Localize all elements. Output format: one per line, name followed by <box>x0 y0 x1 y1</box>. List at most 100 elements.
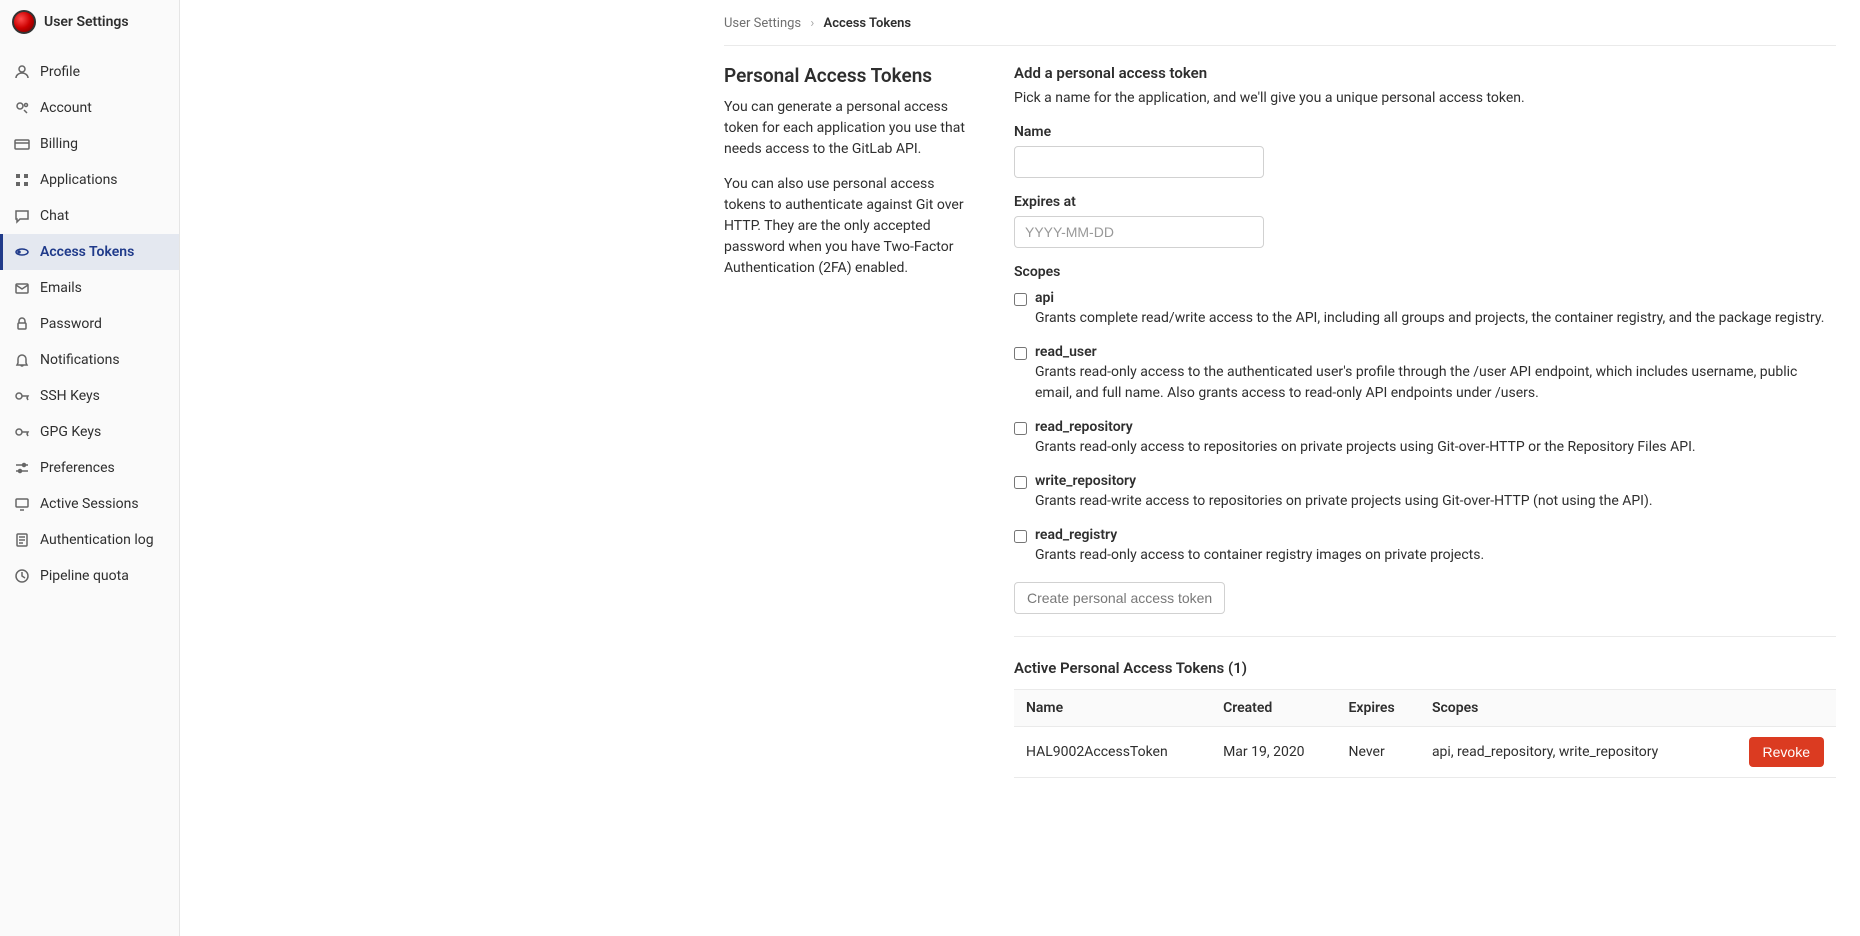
scope-read-user: read_user Grants read-only access to the… <box>1014 344 1836 403</box>
sidebar-item-notifications[interactable]: Notifications <box>0 342 179 378</box>
scope-read-registry-name: read_registry <box>1035 527 1836 543</box>
ssh-keys-icon <box>14 388 30 404</box>
breadcrumb-parent[interactable]: User Settings <box>724 16 801 31</box>
intro-paragraph-1: You can generate a personal access token… <box>724 97 974 160</box>
chat-icon <box>14 208 30 224</box>
scope-read-repository-checkbox[interactable] <box>1014 422 1027 435</box>
pipeline-quota-icon <box>14 568 30 584</box>
scope-read-registry-checkbox[interactable] <box>1014 530 1027 543</box>
gpg-keys-icon <box>14 424 30 440</box>
tokens-table: Name Created Expires Scopes HAL9002Acces… <box>1014 689 1836 778</box>
preferences-icon <box>14 460 30 476</box>
scope-read-user-desc: Grants read-only access to the authentic… <box>1035 362 1836 403</box>
token-name: HAL9002AccessToken <box>1014 726 1211 777</box>
breadcrumb: User Settings › Access Tokens <box>724 12 1836 46</box>
breadcrumb-separator: › <box>810 16 814 31</box>
section-divider <box>1014 636 1836 637</box>
sidebar-item-ssh-keys[interactable]: SSH Keys <box>0 378 179 414</box>
sidebar-item-account[interactable]: Account <box>0 90 179 126</box>
sidebar-item-billing[interactable]: Billing <box>0 126 179 162</box>
intro-paragraph-2: You can also use personal access tokens … <box>724 174 974 279</box>
form-column: Add a personal access token Pick a name … <box>1014 64 1836 778</box>
sidebar-title: User Settings <box>44 14 129 30</box>
scope-write-repository-checkbox[interactable] <box>1014 476 1027 489</box>
sidebar-item-label: Preferences <box>40 460 115 476</box>
th-created: Created <box>1211 689 1336 726</box>
intro-column: Personal Access Tokens You can generate … <box>724 64 974 778</box>
authentication-log-icon <box>14 532 30 548</box>
sidebar-item-label: Pipeline quota <box>40 568 129 584</box>
token-created: Mar 19, 2020 <box>1211 726 1336 777</box>
scope-read-repository-name: read_repository <box>1035 419 1836 435</box>
password-icon <box>14 316 30 332</box>
active-tokens-title: Active Personal Access Tokens (1) <box>1014 659 1836 677</box>
sidebar-item-applications[interactable]: Applications <box>0 162 179 198</box>
avatar <box>12 10 36 34</box>
sidebar-item-gpg-keys[interactable]: GPG Keys <box>0 414 179 450</box>
expires-label: Expires at <box>1014 194 1836 210</box>
scope-read-repository-desc: Grants read-only access to repositories … <box>1035 437 1836 457</box>
sidebar-item-profile[interactable]: Profile <box>0 54 179 90</box>
th-expires: Expires <box>1337 689 1420 726</box>
create-token-button[interactable]: Create personal access token <box>1014 582 1225 614</box>
name-input[interactable] <box>1014 146 1264 178</box>
name-label: Name <box>1014 124 1836 140</box>
sidebar-item-label: Authentication log <box>40 532 154 548</box>
sidebar-item-authentication-log[interactable]: Authentication log <box>0 522 179 558</box>
sidebar-item-label: Chat <box>40 208 69 224</box>
th-actions <box>1718 689 1836 726</box>
scope-write-repository-desc: Grants read-write access to repositories… <box>1035 491 1836 511</box>
scope-read-registry: read_registry Grants read-only access to… <box>1014 527 1836 565</box>
access-tokens-icon <box>14 244 30 260</box>
sidebar-item-label: Notifications <box>40 352 120 368</box>
profile-icon <box>14 64 30 80</box>
sidebar-item-emails[interactable]: Emails <box>0 270 179 306</box>
scope-read-user-name: read_user <box>1035 344 1836 360</box>
sidebar-item-label: Password <box>40 316 102 332</box>
breadcrumb-current: Access Tokens <box>824 16 912 31</box>
scope-read-repository: read_repository Grants read-only access … <box>1014 419 1836 457</box>
sidebar-nav: Profile Account Billing Applications Cha… <box>0 54 179 594</box>
sidebar-item-label: Applications <box>40 172 118 188</box>
sidebar-item-access-tokens[interactable]: Access Tokens <box>0 234 179 270</box>
sidebar-item-label: Active Sessions <box>40 496 139 512</box>
form-header: Add a personal access token <box>1014 64 1836 82</box>
sidebar-item-preferences[interactable]: Preferences <box>0 450 179 486</box>
token-expires: Never <box>1337 726 1420 777</box>
sidebar-item-label: Access Tokens <box>40 244 134 260</box>
expires-input[interactable] <box>1014 216 1264 248</box>
scope-api-checkbox[interactable] <box>1014 293 1027 306</box>
main-content: User Settings › Access Tokens Personal A… <box>180 0 1860 936</box>
scope-read-registry-desc: Grants read-only access to container reg… <box>1035 545 1836 565</box>
sidebar-item-active-sessions[interactable]: Active Sessions <box>0 486 179 522</box>
sidebar-item-pipeline-quota[interactable]: Pipeline quota <box>0 558 179 594</box>
scope-write-repository: write_repository Grants read-write acces… <box>1014 473 1836 511</box>
sidebar: User Settings Profile Account Billing Ap… <box>0 0 180 936</box>
emails-icon <box>14 280 30 296</box>
notifications-icon <box>14 352 30 368</box>
billing-icon <box>14 136 30 152</box>
sidebar-item-label: GPG Keys <box>40 424 101 440</box>
sidebar-item-chat[interactable]: Chat <box>0 198 179 234</box>
revoke-button[interactable]: Revoke <box>1749 737 1824 767</box>
sidebar-item-password[interactable]: Password <box>0 306 179 342</box>
account-icon <box>14 100 30 116</box>
scopes-label: Scopes <box>1014 264 1836 280</box>
th-name: Name <box>1014 689 1211 726</box>
scope-write-repository-name: write_repository <box>1035 473 1836 489</box>
active-sessions-icon <box>14 496 30 512</box>
scope-read-user-checkbox[interactable] <box>1014 347 1027 360</box>
page-title: Personal Access Tokens <box>724 64 974 87</box>
sidebar-header: User Settings <box>0 0 179 44</box>
table-row: HAL9002AccessToken Mar 19, 2020 Never ap… <box>1014 726 1836 777</box>
sidebar-item-label: Emails <box>40 280 82 296</box>
sidebar-item-label: Billing <box>40 136 78 152</box>
sidebar-item-label: Account <box>40 100 92 116</box>
scope-api: api Grants complete read/write access to… <box>1014 290 1836 328</box>
th-scopes: Scopes <box>1420 689 1718 726</box>
form-subdesc: Pick a name for the application, and we'… <box>1014 90 1836 106</box>
scope-api-desc: Grants complete read/write access to the… <box>1035 308 1836 328</box>
sidebar-item-label: SSH Keys <box>40 388 100 404</box>
scope-api-name: api <box>1035 290 1836 306</box>
applications-icon <box>14 172 30 188</box>
